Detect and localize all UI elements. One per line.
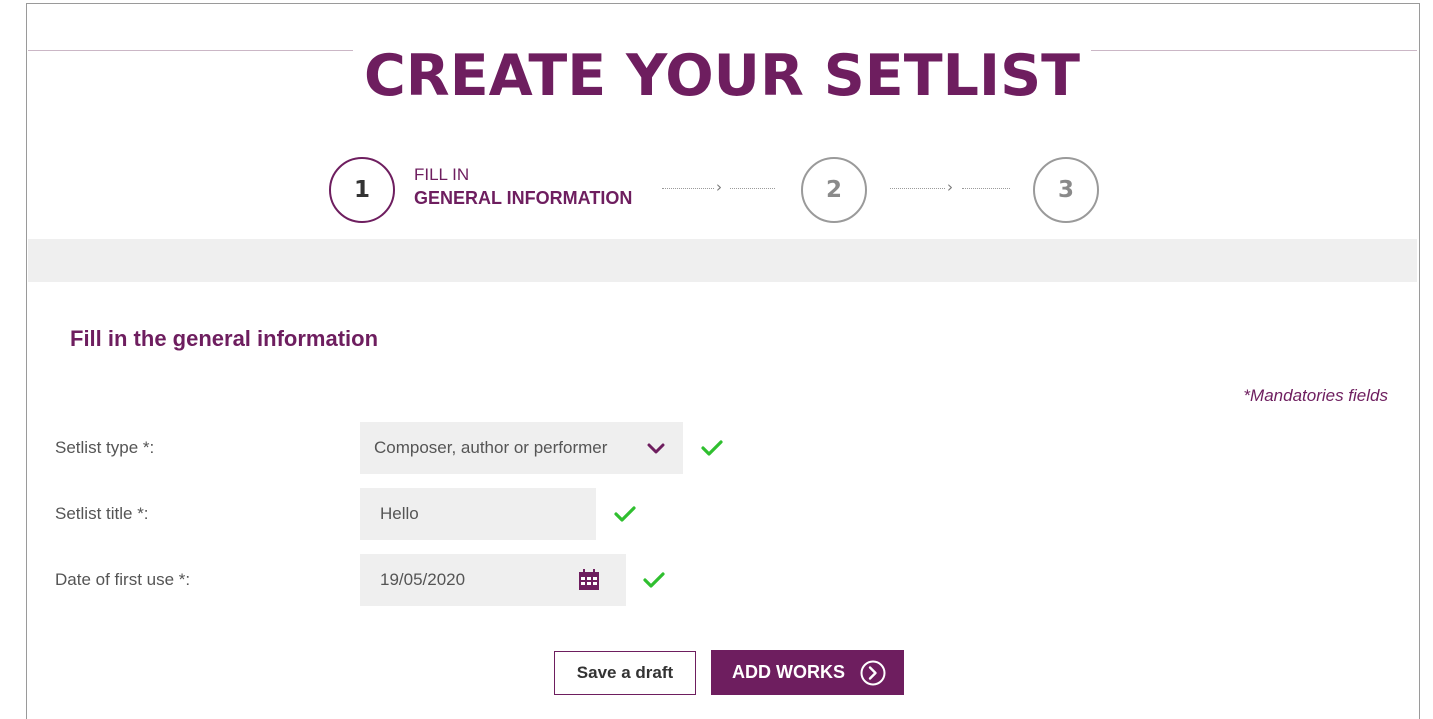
setlist-title-value: Hello bbox=[380, 504, 419, 523]
date-first-use-value: 19/05/2020 bbox=[380, 570, 466, 589]
step-2-circle: 2 bbox=[801, 157, 867, 223]
chevron-right-icon: › bbox=[947, 178, 953, 196]
check-icon bbox=[614, 506, 636, 522]
check-icon bbox=[701, 440, 723, 456]
add-works-label: ADD WORKS bbox=[732, 662, 845, 682]
arrow-right-circle-icon bbox=[860, 660, 886, 686]
chevron-down-icon bbox=[647, 422, 665, 495]
step-3-circle: 3 bbox=[1033, 157, 1099, 223]
step-content-band bbox=[28, 239, 1417, 282]
step-connector-2b bbox=[962, 188, 1010, 190]
step-connector-1a bbox=[662, 188, 714, 190]
setlist-type-label: Setlist type *: bbox=[55, 438, 155, 457]
step-connector-1b bbox=[730, 188, 775, 190]
step-1-circle: 1 bbox=[329, 157, 395, 223]
setlist-type-select[interactable]: Composer, author or performer bbox=[360, 422, 683, 474]
title-divider-left bbox=[28, 50, 353, 51]
mandatory-note: *Mandatories fields bbox=[1243, 386, 1388, 405]
add-works-button[interactable]: ADD WORKS bbox=[711, 650, 904, 695]
page-title: CREATE YOUR SETLIST bbox=[363, 43, 1081, 109]
title-divider-right bbox=[1091, 50, 1417, 51]
chevron-right-icon: › bbox=[716, 178, 722, 196]
setlist-title-label: Setlist title *: bbox=[55, 504, 149, 523]
setlist-title-input[interactable]: Hello bbox=[360, 488, 596, 540]
check-icon bbox=[643, 572, 665, 588]
step-connector-2a bbox=[890, 188, 945, 190]
date-first-use-label: Date of first use *: bbox=[55, 570, 191, 589]
save-draft-button[interactable]: Save a draft bbox=[554, 651, 696, 695]
calendar-icon[interactable] bbox=[578, 569, 600, 591]
date-first-use-input[interactable]: 19/05/2020 bbox=[360, 554, 626, 606]
setlist-type-value: Composer, author or performer bbox=[374, 438, 608, 457]
step-1-label-line1: FILL IN bbox=[414, 165, 470, 184]
step-1-label-line2: GENERAL INFORMATION bbox=[414, 188, 633, 208]
section-title: Fill in the general information bbox=[70, 326, 379, 351]
